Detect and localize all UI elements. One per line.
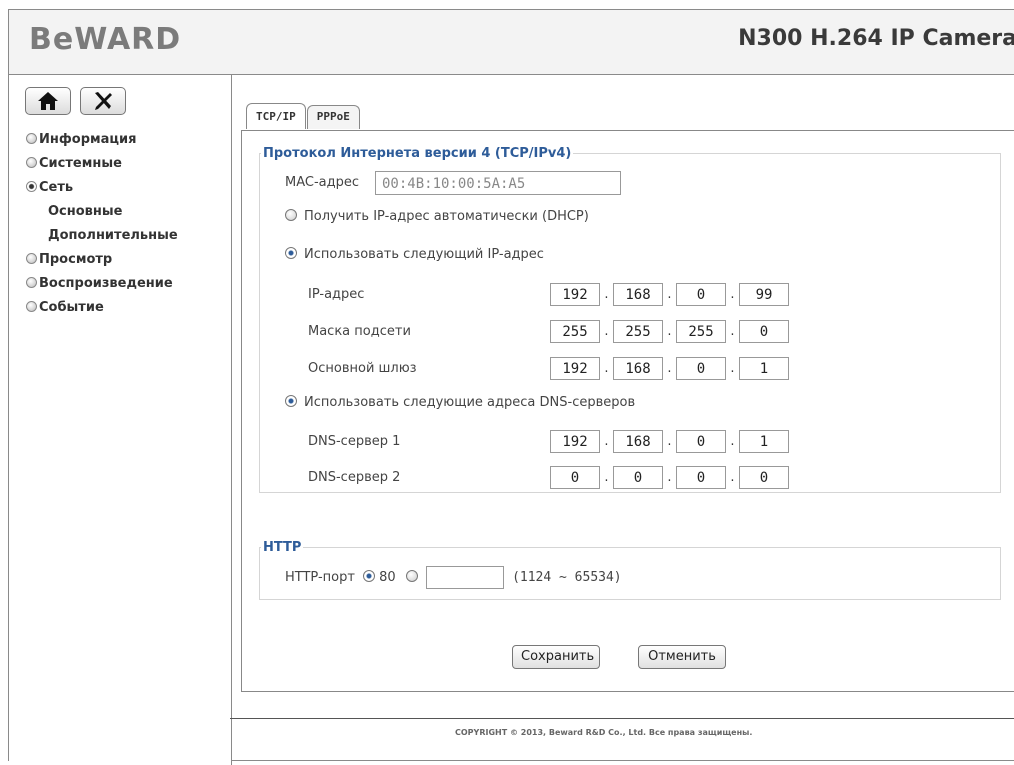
http-port-default-label: 80 (379, 570, 396, 585)
dns-radio[interactable] (285, 395, 297, 407)
ip-octet-1[interactable]: 192 (550, 283, 600, 306)
menu-bullet-icon (26, 277, 37, 288)
app-frame: BeWARD N300 H.264 IP Camera Информация С… (8, 9, 1014, 765)
dns2-octet-4[interactable]: 0 (739, 466, 789, 489)
http-port-range-hint: (1124 ~ 65534) (512, 570, 622, 585)
dns2-octet-2[interactable]: 0 (613, 466, 663, 489)
save-button[interactable]: Сохранить (512, 645, 600, 669)
sidebar-subitem-advanced[interactable]: Дополнительные (26, 224, 178, 248)
tab-panel: Протокол Интернета версии 4 (TCP/IPv4) M… (241, 130, 1014, 692)
tab-bar: TCP/IP PPPoE (246, 103, 361, 129)
footer: COPYRIGHT © 2013, Beward R&D Co., Ltd. В… (230, 718, 1014, 749)
static-ip-radio[interactable] (285, 247, 297, 259)
sidebar: Информация Системные Сеть Основные Допол… (9, 75, 232, 765)
menu-bullet-icon (26, 157, 37, 168)
dns2-octet-3[interactable]: 0 (676, 466, 726, 489)
dns-label: Использовать следующие адреса DNS-сервер… (304, 395, 636, 410)
sidebar-item-playback[interactable]: Воспроизведение (26, 272, 178, 296)
sidebar-subitem-basic[interactable]: Основные (26, 200, 178, 224)
dns-option[interactable]: Использовать следующие адреса DNS-сервер… (285, 395, 635, 410)
beward-logo[interactable]: BeWARD (29, 22, 181, 57)
http-port-row: HTTP-порт 80 (1124 ~ 65534) (285, 566, 622, 590)
ip-octet-4[interactable]: 99 (739, 283, 789, 306)
http-legend: HTTP (263, 540, 302, 555)
dns2-input: 0.0.0.0 (550, 466, 789, 490)
tab-pppoe[interactable]: PPPoE (306, 105, 360, 129)
gateway-input: 192. 168. 0. 1 (550, 357, 789, 381)
dhcp-radio[interactable] (285, 209, 297, 221)
sidebar-menu: Информация Системные Сеть Основные Допол… (26, 128, 178, 320)
mac-label: MAC-адрес (285, 175, 360, 190)
ip-octet-3[interactable]: 0 (676, 283, 726, 306)
copyright-text: COPYRIGHT © 2013, Beward R&D Co., Ltd. В… (455, 728, 753, 737)
gateway-octet-3[interactable]: 0 (676, 357, 726, 380)
sidebar-item-view[interactable]: Просмотр (26, 248, 178, 272)
page-title: N300 H.264 IP Camera (738, 26, 1014, 51)
ipv4-legend: Протокол Интернета версии 4 (TCP/IPv4) (263, 146, 572, 161)
cancel-button[interactable]: Отменить (638, 645, 726, 669)
sidebar-icon-buttons (25, 87, 130, 115)
dns1-octet-3[interactable]: 0 (676, 430, 726, 453)
sidebar-item-system[interactable]: Системные (26, 152, 178, 176)
main-content: TCP/IP PPPoE Протокол Интернета версии 4 … (232, 75, 1014, 695)
dns1-input: 192. 168. 0. 1 (550, 430, 789, 454)
tab-tcpip[interactable]: TCP/IP (246, 103, 306, 129)
mask-octet-3[interactable]: 255 (676, 320, 726, 343)
http-port-label: HTTP-порт (285, 570, 355, 585)
tools-icon (95, 92, 113, 110)
mask-octet-4[interactable]: 0 (739, 320, 789, 343)
gateway-octet-4[interactable]: 1 (739, 357, 789, 380)
http-port-custom-input[interactable] (425, 566, 504, 589)
http-port-default-radio[interactable] (363, 570, 376, 582)
gateway-octet-2[interactable]: 168 (613, 357, 663, 380)
static-ip-option[interactable]: Использовать следующий IP-адрес (285, 247, 544, 262)
sidebar-item-info[interactable]: Информация (26, 128, 178, 152)
dns1-octet-2[interactable]: 168 (613, 430, 663, 453)
sidebar-item-event[interactable]: Событие (26, 296, 178, 320)
mac-row: MAC-адрес (285, 171, 359, 195)
dhcp-label: Получить IP-адрес автоматически (DHCP) (304, 209, 589, 224)
ip-octet-2[interactable]: 168 (613, 283, 663, 306)
ip-address-input: 192. 168. 0. 99 (550, 283, 789, 307)
menu-bullet-icon (26, 253, 37, 264)
dns2-label: DNS-сервер 2 (308, 470, 401, 485)
http-port-custom-radio[interactable] (405, 570, 418, 582)
mask-octet-1[interactable]: 255 (550, 320, 600, 343)
dns1-octet-4[interactable]: 1 (739, 430, 789, 453)
dns1-octet-1[interactable]: 192 (550, 430, 600, 453)
dns2-octet-1[interactable]: 0 (550, 466, 600, 489)
dhcp-option[interactable]: Получить IP-адрес автоматически (DHCP) (285, 209, 589, 224)
settings-button[interactable] (80, 87, 127, 115)
menu-bullet-icon (26, 133, 37, 144)
mask-octet-2[interactable]: 255 (613, 320, 663, 343)
static-ip-label: Использовать следующий IP-адрес (304, 247, 544, 262)
subnet-mask-input: 255. 255. 255. 0 (550, 320, 789, 344)
menu-bullet-icon (26, 301, 37, 312)
home-icon (38, 92, 58, 110)
ip-label: IP-адрес (308, 287, 365, 302)
header: BeWARD N300 H.264 IP Camera (9, 10, 1014, 75)
gateway-label: Основной шлюз (308, 361, 417, 376)
dns1-label: DNS-сервер 1 (308, 434, 401, 449)
sidebar-item-network[interactable]: Сеть (26, 176, 178, 200)
mask-label: Маска подсети (308, 324, 411, 339)
gateway-octet-1[interactable]: 192 (550, 357, 600, 380)
mac-field: 00:4B:10:00:5A:A5 (375, 171, 621, 195)
menu-bullet-selected-icon (26, 181, 37, 192)
home-button[interactable] (25, 87, 71, 115)
